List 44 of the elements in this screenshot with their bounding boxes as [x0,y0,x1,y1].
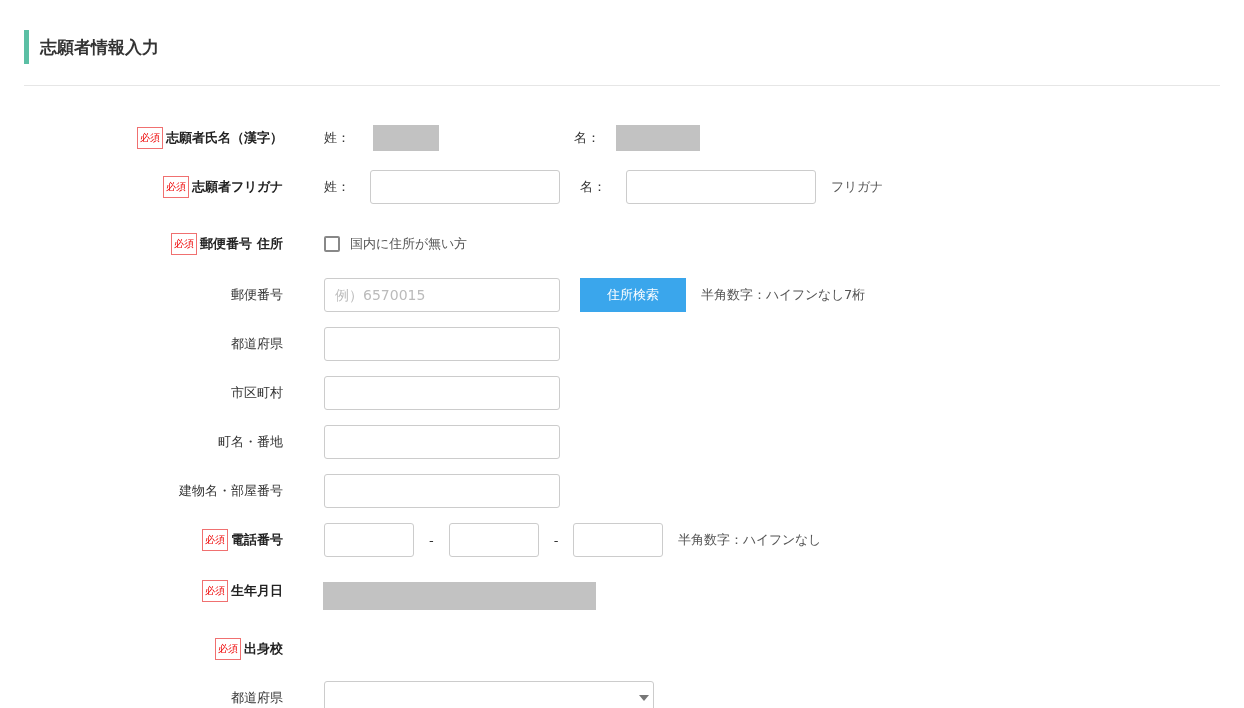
field-label: 志願者フリガナ [192,178,283,196]
text-field[interactable] [324,327,560,361]
text-field[interactable] [324,425,560,459]
redacted-block [373,125,439,151]
hint-text: 半角数字：ハイフンなし7桁 [701,286,866,304]
field-label: 電話番号 [231,531,283,549]
text-field[interactable] [448,523,539,557]
hint-text: 半角数字：ハイフンなし [678,531,822,549]
text-field[interactable] [573,523,664,557]
required-badge: 必須 [202,529,228,551]
separator-text: - [429,532,434,548]
field-label: 生年月日 [231,582,283,600]
text-field[interactable] [324,474,560,508]
field-label: 市区町村 [231,384,283,402]
field-label: 都道府県 [231,335,283,353]
search-button[interactable]: 住所検索 [580,278,686,312]
field-label: 出身校 [244,640,283,658]
text-field[interactable]: 例）6570015 [324,278,560,312]
required-badge: 必須 [137,127,163,149]
field-prefix: 姓： [324,178,350,196]
hint-text: フリガナ [831,178,883,196]
separator-text: - [553,532,559,548]
text-field[interactable] [370,170,560,204]
checkbox-label: 国内に住所が無い方 [350,234,467,253]
field-label: 建物名・部屋番号 [179,482,283,500]
select-field[interactable] [324,681,654,708]
field-label: 郵便番号 [231,286,283,304]
required-badge: 必須 [215,638,241,660]
required-badge: 必須 [202,580,228,602]
field-label: 志願者氏名（漢字） [166,129,283,147]
required-badge: 必須 [163,176,189,198]
text-field[interactable] [324,376,560,410]
required-badge: 必須 [171,232,198,255]
field-prefix: 姓： [324,129,350,147]
field-label: 郵便番号 住所 [200,234,283,253]
text-field[interactable] [324,523,414,557]
checkbox[interactable] [324,235,340,252]
text-field[interactable] [626,170,816,204]
dropdown-caret-icon [639,695,649,701]
page-title: 志願者情報入力 [24,30,1220,64]
field-prefix: 名： [580,178,606,196]
field-label: 都道府県 [231,689,283,707]
field-label: 町名・番地 [218,433,283,451]
field-prefix: 名： [574,129,600,147]
